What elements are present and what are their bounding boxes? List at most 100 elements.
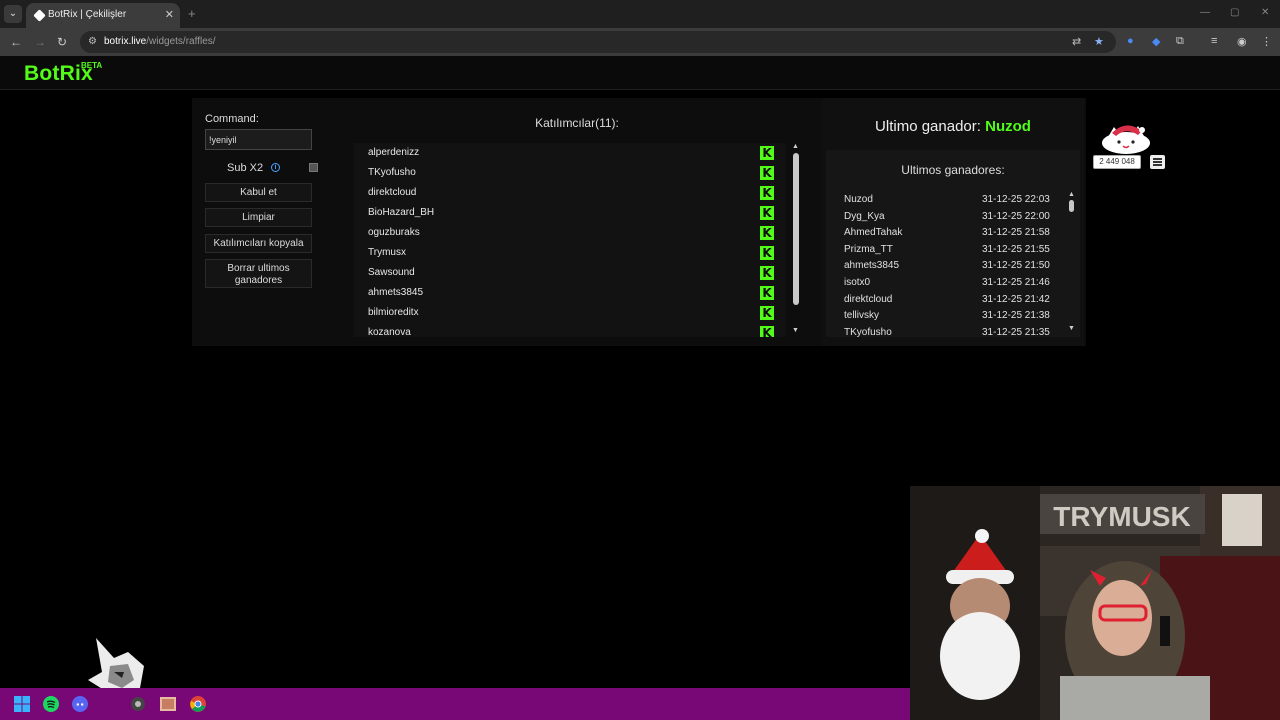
info-icon[interactable]: i	[271, 163, 280, 172]
new-tab-button[interactable]: +	[188, 6, 196, 21]
participants-list[interactable]: alperdenizz K TKyofusho Kdirektcloud K BioHaz…	[354, 143, 786, 337]
participant-row[interactable]: Sawsound K	[354, 263, 786, 283]
winner-name: Prizma_TT	[844, 243, 893, 255]
erase-winners-button[interactable]: Borrar ultimos ganadores	[205, 259, 312, 288]
profile-icon[interactable]: ◉	[1237, 35, 1247, 48]
participant-row[interactable]: BioHazard_BH K	[354, 203, 786, 223]
participant-row[interactable]: direktcloud K	[354, 183, 786, 203]
back-icon[interactable]: ←	[10, 35, 22, 49]
winner-date: 31-12-25 21:58	[982, 227, 1050, 239]
recent-winners-title: Ultimos ganadores:	[901, 163, 1005, 177]
recent-winners-box: Ultimos ganadores: Nuzod 31-12-25 22:03 Dy…	[826, 150, 1080, 337]
kick-logo-icon: K	[760, 326, 774, 337]
spotify-icon[interactable]	[43, 696, 59, 712]
winner-row: ahmets3845 31-12-25 21:50	[826, 258, 1066, 275]
participant-row[interactable]: oguzburaks K	[354, 223, 786, 243]
kick-logo-icon: K	[760, 246, 774, 260]
winner-row: TKyofusho 31-12-25 21:35	[826, 325, 1066, 337]
winner-date: 31-12-25 21:38	[982, 310, 1050, 322]
image-viewer-icon[interactable]	[160, 696, 176, 712]
last-winner: Ultimo ganador: Nuzod	[822, 118, 1084, 135]
chrome-icon[interactable]	[190, 696, 206, 712]
taskbar	[0, 688, 910, 720]
winner-date: 31-12-25 21:46	[982, 276, 1050, 288]
accept-button[interactable]: Kabul et	[205, 183, 312, 202]
participant-name: Sawsound	[368, 267, 415, 278]
winner-name: AhmedTahak	[844, 227, 903, 239]
reload-icon[interactable]: ↻	[57, 35, 67, 49]
participant-row[interactable]: Trymusx K	[354, 243, 786, 263]
close-tab-icon[interactable]: ✕	[165, 8, 174, 21]
discord-icon[interactable]	[72, 696, 88, 712]
extensions-puzzle-icon[interactable]: ⧉	[1176, 35, 1184, 48]
winner-date: 31-12-25 22:03	[982, 194, 1050, 205]
kick-logo-icon: K	[760, 206, 774, 220]
botrix-favicon-icon	[33, 9, 46, 22]
winner-date: 31-12-25 22:00	[982, 210, 1050, 222]
winner-name: TKyofusho	[844, 326, 892, 337]
scroll-down-arrow-icon[interactable]: ▼	[1068, 325, 1075, 332]
winner-name: direktcloud	[844, 293, 893, 305]
extension-icon-2[interactable]: ◆	[1152, 35, 1160, 48]
scroll-up-arrow-icon[interactable]: ▲	[1068, 191, 1075, 198]
maximize-icon[interactable]: ▢	[1230, 7, 1239, 18]
kick-logo-icon: K	[760, 186, 774, 200]
recent-winners-list[interactable]: Nuzod 31-12-25 22:03 Dyg_Kya 31-12-25 22:00…	[826, 192, 1066, 337]
minimize-icon[interactable]: —	[1200, 7, 1210, 18]
winner-date: 31-12-25 21:55	[982, 243, 1050, 255]
participant-name: oguzburaks	[368, 227, 420, 238]
points-badge: 2 449 048	[1093, 155, 1141, 169]
extension-icon-1[interactable]: ●	[1127, 35, 1134, 47]
scrollbar-thumb[interactable]	[793, 153, 799, 305]
address-bar[interactable]: ⚙ botrix.live/widgets/raffles/ ⇄ ★	[80, 31, 1116, 53]
winner-name: tellivsky	[844, 310, 880, 322]
translate-icon[interactable]: ⇄	[1072, 35, 1081, 48]
browser-tab-active[interactable]: BotRix | Çekilişler ✕	[26, 3, 180, 28]
winner-row: AhmedTahak 31-12-25 21:58	[826, 225, 1066, 242]
browser-tabstrip: ⌄ BotRix | Çekilişler ✕ + — ▢ ✕	[0, 0, 1280, 28]
winner-row: tellivsky 31-12-25 21:38	[826, 308, 1066, 325]
botrix-mascot-icon	[1102, 125, 1150, 154]
participants-title: Katılımcılar(11):	[535, 116, 619, 130]
sub-x2-checkbox[interactable]	[309, 163, 318, 172]
app-icon[interactable]	[130, 696, 146, 712]
bookmark-star-icon[interactable]: ★	[1094, 35, 1104, 48]
participant-row[interactable]: kozanova K	[354, 323, 786, 337]
scroll-up-arrow-icon[interactable]: ▲	[792, 143, 799, 150]
winner-row: direktcloud 31-12-25 21:42	[826, 292, 1066, 309]
last-winner-label: Ultimo ganador:	[875, 118, 981, 135]
beta-badge: BETA	[81, 61, 103, 70]
forward-icon[interactable]: →	[34, 35, 46, 49]
participant-row[interactable]: ahmets3845 K	[354, 283, 786, 303]
command-input[interactable]	[205, 129, 312, 150]
scrollbar-thumb[interactable]	[1069, 200, 1074, 212]
participants-scrollbar[interactable]: ▲ ▼	[791, 143, 801, 337]
participant-name: direktcloud	[368, 187, 417, 198]
windows-start-icon[interactable]	[14, 696, 30, 712]
webcam-scene: TRYMUSK	[910, 486, 1280, 720]
scroll-down-arrow-icon[interactable]: ▼	[792, 327, 799, 334]
copy-participants-button[interactable]: Katılımcıları kopyala	[205, 234, 312, 253]
reading-list-icon[interactable]: ≡	[1211, 35, 1217, 47]
winner-row: Nuzod 31-12-25 22:03	[826, 192, 1066, 209]
participant-row[interactable]: alperdenizz K	[354, 143, 786, 163]
winner-row: Dyg_Kya 31-12-25 22:00	[826, 209, 1066, 226]
close-window-icon[interactable]: ✕	[1261, 7, 1269, 18]
site-info-icon[interactable]: ⚙	[88, 36, 97, 47]
kick-logo-icon: K	[760, 306, 774, 320]
participant-row[interactable]: bilmioreditx K	[354, 303, 786, 323]
webcam-sign-text: TRYMUSK	[1053, 501, 1190, 532]
browser-menu-icon[interactable]: ⋮	[1261, 35, 1272, 48]
participant-name: ahmets3845	[368, 287, 424, 298]
participant-name: TKyofusho	[368, 167, 416, 178]
tab-search-button[interactable]: ⌄	[4, 5, 22, 23]
clear-button[interactable]: Limpiar	[205, 208, 312, 227]
winners-scrollbar[interactable]: ▲ ▼	[1067, 191, 1077, 337]
url-text[interactable]: botrix.live/widgets/raffles/	[104, 36, 216, 47]
webcam-overlay: TRYMUSK	[910, 486, 1280, 720]
participant-row[interactable]: TKyofusho K	[354, 163, 786, 183]
winner-name: isotx0	[844, 276, 871, 288]
winner-date: 31-12-25 21:35	[982, 326, 1050, 337]
menu-list-icon[interactable]	[1150, 155, 1165, 169]
winner-name: ahmets3845	[844, 260, 900, 272]
